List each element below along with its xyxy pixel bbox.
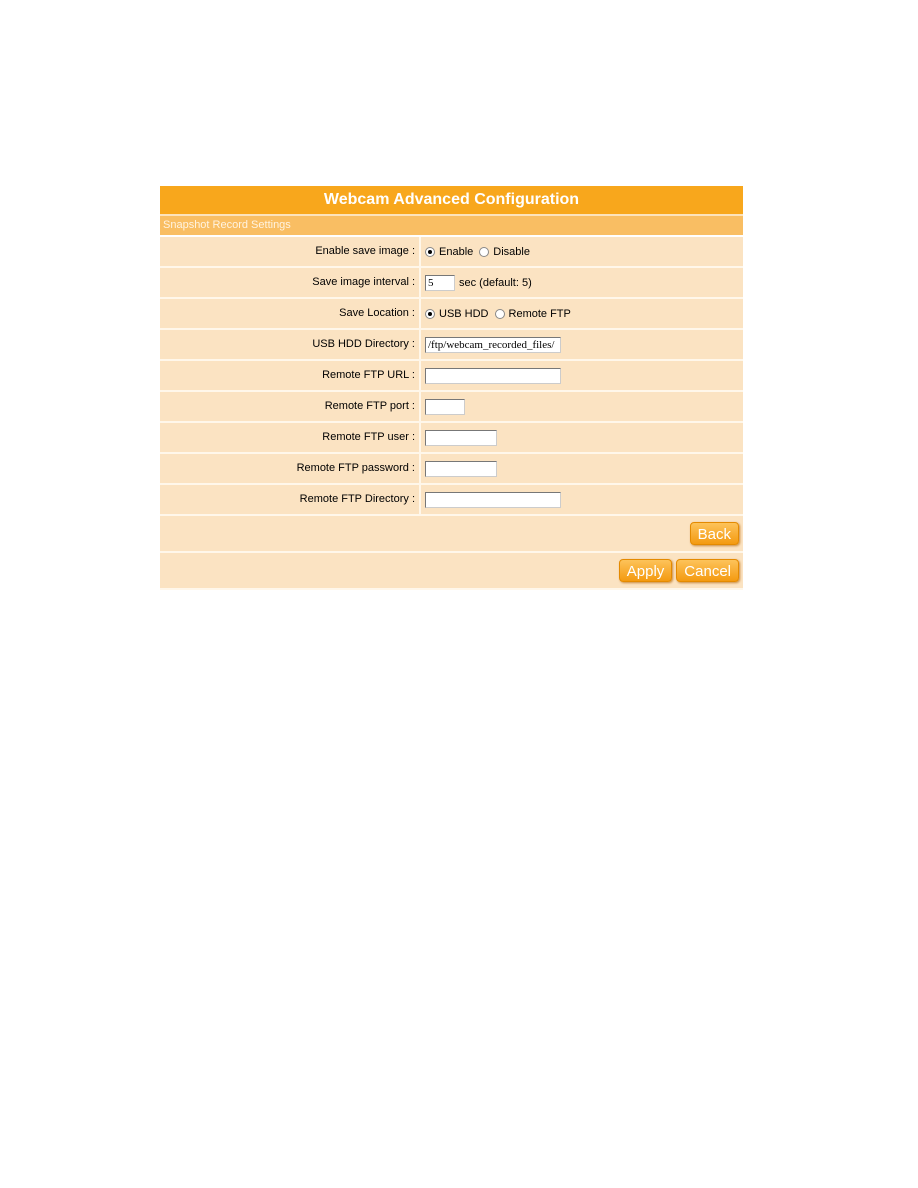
save-image-interval-input[interactable] bbox=[425, 274, 455, 291]
action-button-row: Apply Cancel bbox=[160, 553, 743, 590]
save-image-interval-label: Save image interval : bbox=[160, 268, 421, 297]
disable-radio-label: Disable bbox=[493, 245, 530, 258]
row-remote-ftp-url: Remote FTP URL : bbox=[160, 361, 743, 392]
usb-hdd-radio-label: USB HDD bbox=[439, 307, 489, 320]
remote-ftp-radio[interactable] bbox=[494, 308, 505, 319]
cancel-button[interactable]: Cancel bbox=[676, 559, 739, 582]
save-location-label: Save Location : bbox=[160, 299, 421, 328]
interval-default-hint: sec (default: 5) bbox=[459, 276, 532, 289]
remote-ftp-port-input[interactable] bbox=[425, 398, 465, 415]
row-save-location: Save Location : USB HDD Remote FTP bbox=[160, 299, 743, 330]
row-remote-ftp-port: Remote FTP port : bbox=[160, 392, 743, 423]
remote-ftp-url-label: Remote FTP URL : bbox=[160, 361, 421, 390]
enable-radio-label: Enable bbox=[439, 245, 474, 258]
enable-save-image-label: Enable save image : bbox=[160, 237, 421, 266]
row-remote-ftp-password: Remote FTP password : bbox=[160, 454, 743, 485]
row-enable-save-image: Enable save image : Enable Disable bbox=[160, 237, 743, 268]
row-usb-hdd-directory: USB HDD Directory : bbox=[160, 330, 743, 361]
remote-ftp-directory-input[interactable] bbox=[425, 491, 561, 508]
apply-button[interactable]: Apply bbox=[618, 559, 673, 582]
remote-ftp-user-label: Remote FTP user : bbox=[160, 423, 421, 452]
back-button[interactable]: Back bbox=[689, 522, 739, 545]
back-button-row: Back bbox=[160, 516, 743, 553]
section-title: Snapshot Record Settings bbox=[160, 216, 743, 237]
remote-ftp-password-input[interactable] bbox=[425, 460, 497, 477]
remote-ftp-radio-label: Remote FTP bbox=[508, 307, 571, 320]
usb-hdd-directory-input[interactable] bbox=[425, 336, 561, 353]
row-save-image-interval: Save image interval : sec (default: 5) bbox=[160, 268, 743, 299]
usb-hdd-radio-option[interactable]: USB HDD bbox=[425, 308, 489, 320]
remote-ftp-radio-option[interactable]: Remote FTP bbox=[494, 307, 571, 320]
usb-hdd-radio[interactable] bbox=[425, 308, 435, 319]
row-remote-ftp-directory: Remote FTP Directory : bbox=[160, 485, 743, 516]
remote-ftp-directory-label: Remote FTP Directory : bbox=[160, 485, 421, 514]
enable-radio-option[interactable]: Enable bbox=[425, 246, 473, 258]
enable-radio[interactable] bbox=[425, 246, 435, 257]
disable-radio[interactable] bbox=[479, 246, 490, 257]
remote-ftp-port-label: Remote FTP port : bbox=[160, 392, 421, 421]
usb-hdd-directory-label: USB HDD Directory : bbox=[160, 330, 421, 359]
remote-ftp-password-label: Remote FTP password : bbox=[160, 454, 421, 483]
remote-ftp-url-input[interactable] bbox=[425, 367, 561, 384]
row-remote-ftp-user: Remote FTP user : bbox=[160, 423, 743, 454]
remote-ftp-user-input[interactable] bbox=[425, 429, 497, 446]
page-title: Webcam Advanced Configuration bbox=[160, 186, 743, 216]
webcam-config-panel: Webcam Advanced Configuration Snapshot R… bbox=[160, 186, 743, 590]
disable-radio-option[interactable]: Disable bbox=[479, 246, 530, 258]
